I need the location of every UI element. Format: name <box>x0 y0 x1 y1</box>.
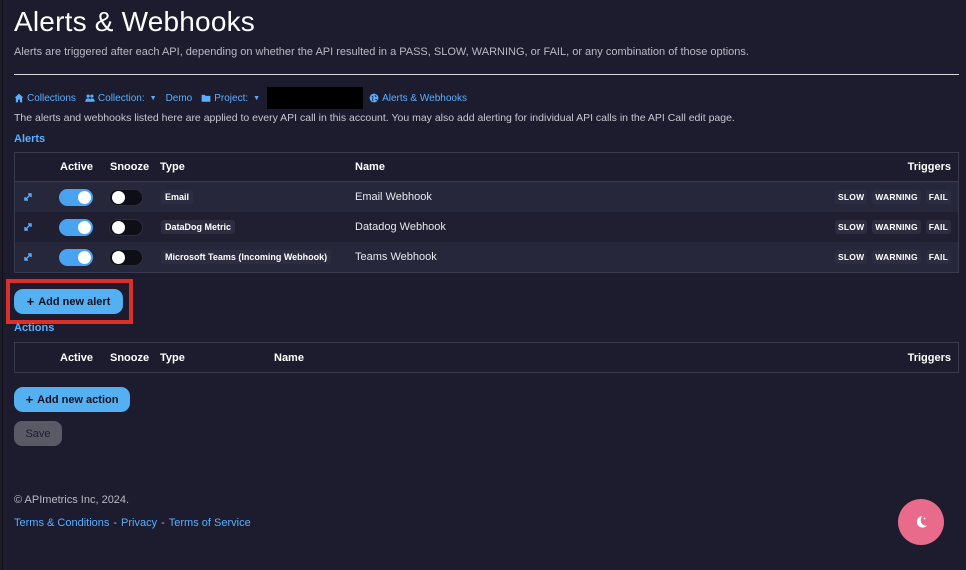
toggle-knob <box>78 220 91 234</box>
trigger-badge-fail: FAIL <box>925 190 951 204</box>
alert-type: Email <box>161 190 194 204</box>
footer-links: Terms & Conditions - Privacy - Terms of … <box>14 517 251 529</box>
chevron-down-icon: ▼ <box>149 94 157 102</box>
breadcrumb-collections-label: Collections <box>27 92 76 104</box>
alerts-table: Active Snooze Type Name Triggers Email E… <box>14 152 959 273</box>
alert-name: Teams Webhook <box>355 251 437 263</box>
table-row: DataDog Metric Datadog Webhook SLOW WARN… <box>15 212 958 242</box>
breadcrumb-collections[interactable]: Collections <box>14 93 76 104</box>
trigger-badge-slow: SLOW <box>835 190 868 204</box>
active-toggle[interactable] <box>59 248 93 266</box>
active-toggle[interactable] <box>59 188 93 206</box>
snooze-toggle[interactable] <box>109 188 143 206</box>
actions-section-title: Actions <box>14 322 55 334</box>
info-text: The alerts and webhooks listed here are … <box>14 112 735 124</box>
users-icon <box>85 94 95 102</box>
column-type: Type <box>160 351 185 364</box>
alert-type: Microsoft Teams (Incoming Webhook) <box>161 250 332 264</box>
actions-table-header: Active Snooze Type Name Triggers <box>15 343 958 372</box>
table-row: Microsoft Teams (Incoming Webhook) Teams… <box>15 242 958 272</box>
breadcrumb-project-label: Project: <box>214 92 249 104</box>
toggle-knob <box>112 220 125 234</box>
column-snooze: Snooze <box>110 161 150 173</box>
toggle-knob <box>78 190 91 204</box>
privacy-link[interactable]: Privacy <box>121 517 157 529</box>
folder-icon <box>201 94 211 102</box>
breadcrumb-project-dropdown[interactable]: Project: ▼ <box>201 93 260 104</box>
footer-separator: - <box>113 517 118 529</box>
page-title: Alerts & Webhooks <box>14 6 255 37</box>
breadcrumb-collection-label: Collection: <box>97 92 145 104</box>
column-triggers: Triggers <box>907 161 951 173</box>
breadcrumb-collection-value[interactable]: Demo <box>166 93 193 104</box>
active-toggle[interactable] <box>59 218 93 236</box>
expand-icon[interactable] <box>22 251 34 263</box>
trigger-badge-warning: WARNING <box>872 220 921 234</box>
alerts-table-header: Active Snooze Type Name Triggers <box>15 153 958 182</box>
column-active: Active <box>60 161 94 173</box>
trigger-badges: SLOW WARNING FAIL <box>835 250 951 264</box>
alert-name: Email Webhook <box>355 191 432 203</box>
actions-table: Active Snooze Type Name Triggers <box>14 342 959 373</box>
trigger-badge-fail: FAIL <box>925 250 951 264</box>
breadcrumb: Collections Collection: ▼ Demo Project: … <box>14 87 476 109</box>
moon-icon <box>916 516 927 528</box>
column-name: Name <box>355 161 385 173</box>
trigger-badges: SLOW WARNING FAIL <box>835 190 951 204</box>
column-name: Name <box>274 351 304 364</box>
snooze-toggle[interactable] <box>109 218 143 236</box>
globe-icon <box>369 93 379 103</box>
app-frame: Alerts & Webhooks Alerts are triggered a… <box>2 0 964 570</box>
toggle-knob <box>78 250 91 264</box>
home-icon <box>14 93 24 103</box>
plus-icon: + <box>25 392 34 407</box>
column-type: Type <box>160 161 185 173</box>
column-snooze: Snooze <box>110 351 150 364</box>
add-new-action-button[interactable]: + Add new action <box>14 387 130 412</box>
copyright: © APImetrics Inc, 2024. <box>14 494 130 506</box>
expand-icon[interactable] <box>22 191 34 203</box>
toggle-knob <box>112 190 125 204</box>
alert-type: DataDog Metric <box>161 220 236 234</box>
trigger-badge-warning: WARNING <box>872 190 921 204</box>
breadcrumb-collection-dropdown[interactable]: Collection: ▼ <box>85 93 157 104</box>
trigger-badge-warning: WARNING <box>872 250 921 264</box>
alerts-section-title: Alerts <box>14 133 46 145</box>
column-triggers: Triggers <box>907 351 951 364</box>
redacted-project-name <box>267 87 364 109</box>
save-button[interactable]: Save <box>14 421 62 446</box>
breadcrumb-current[interactable]: Alerts & Webhooks <box>369 93 467 104</box>
breadcrumb-current-label: Alerts & Webhooks <box>382 92 467 104</box>
trigger-badges: SLOW WARNING FAIL <box>835 220 951 234</box>
theme-toggle-button[interactable] <box>898 499 944 545</box>
page-subtitle: Alerts are triggered after each API, dep… <box>14 46 749 58</box>
add-new-action-label: Add new action <box>37 393 119 406</box>
trigger-badge-slow: SLOW <box>835 250 868 264</box>
trigger-badge-fail: FAIL <box>925 220 951 234</box>
plus-icon: + <box>26 294 35 309</box>
add-new-alert-label: Add new alert <box>38 295 111 308</box>
add-new-alert-button[interactable]: + Add new alert <box>14 289 123 314</box>
terms-link[interactable]: Terms & Conditions <box>14 517 109 529</box>
expand-icon[interactable] <box>22 221 34 233</box>
footer-separator: - <box>161 517 165 529</box>
chevron-down-icon: ▼ <box>253 94 261 102</box>
terms-of-service-link[interactable]: Terms of Service <box>169 517 251 529</box>
toggle-knob <box>112 250 125 264</box>
alert-name: Datadog Webhook <box>355 221 446 233</box>
trigger-badge-slow: SLOW <box>835 220 868 234</box>
header-divider <box>14 74 959 75</box>
column-active: Active <box>60 351 94 364</box>
table-row: Email Email Webhook SLOW WARNING FAIL <box>15 182 958 212</box>
snooze-toggle[interactable] <box>109 248 143 266</box>
